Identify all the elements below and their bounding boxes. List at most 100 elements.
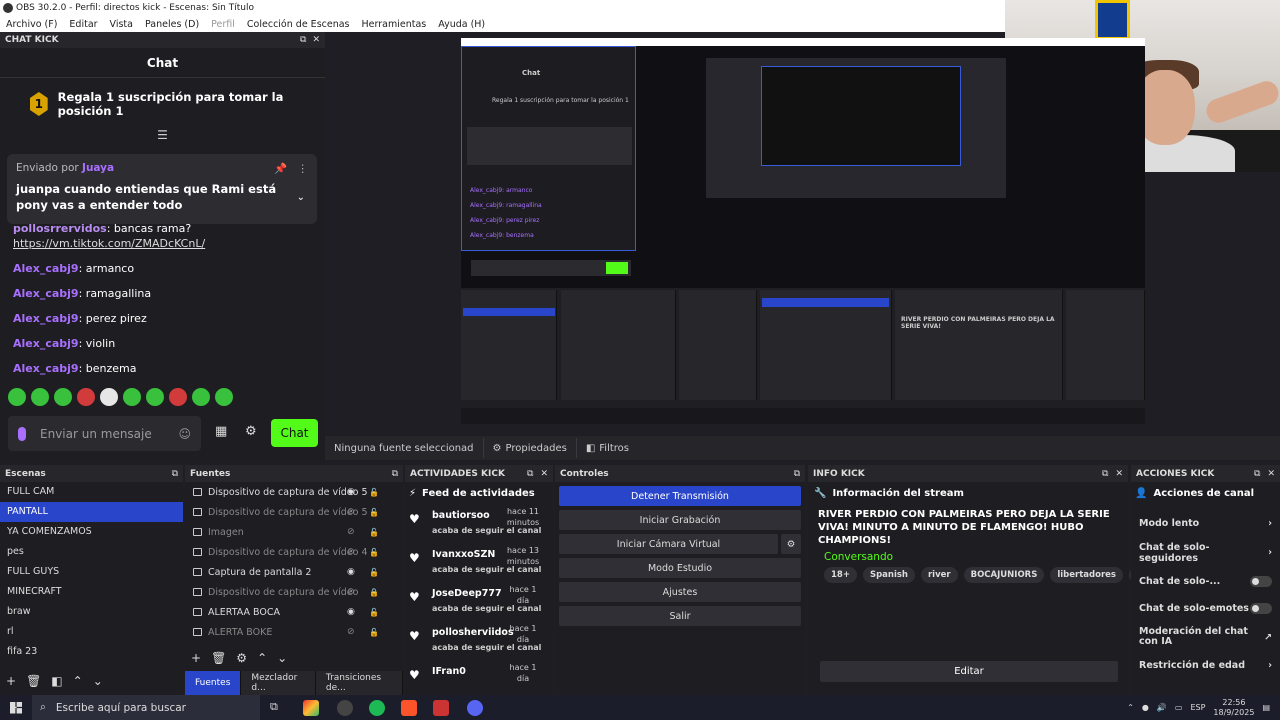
unlock-icon[interactable]: 🔓 [369,548,379,557]
scene-item[interactable]: FULL CAM [0,482,183,502]
source-item[interactable]: Dispositivo de captura de vídeo 5 ◉ 🔓 [185,482,403,502]
menu-vista[interactable]: Vista [104,19,139,30]
close-icon[interactable]: ✕ [540,469,548,479]
eye-icon[interactable]: ◉ [347,567,355,577]
tab-mezclador[interactable]: Mezclador d... [241,671,316,695]
action-followers-only[interactable]: Chat de solo-seguidores › [1131,539,1280,566]
emote-icon[interactable] [8,388,26,406]
chat-send-button[interactable]: Chat [271,419,318,447]
unlock-icon[interactable]: 🔓 [369,528,379,537]
properties-button[interactable]: ⚙ Propiedades [482,438,576,458]
tab-transiciones[interactable]: Transiciones de... [315,671,403,695]
action-emotes-only[interactable]: Chat de solo-emotes [1131,595,1280,622]
chevron-down-icon[interactable]: ⌄ [93,674,103,688]
settings-button[interactable]: Ajustes [559,582,801,602]
language-indicator[interactable]: ESP [1190,703,1205,712]
emoji-icon[interactable]: ☺ [178,427,191,441]
eye-off-icon[interactable]: ⊘ [347,507,355,517]
menu-perfil[interactable]: Perfil [205,19,241,30]
menu-paneles[interactable]: Paneles (D) [139,19,205,30]
mic-icon[interactable]: ● [1142,703,1149,712]
float-icon[interactable]: ⧉ [794,469,800,479]
chat-username[interactable]: Alex_cabj9 [13,312,79,325]
stream-category[interactable]: Conversando [824,551,1166,563]
feed-item[interactable]: ♥ pollosherviidos hace 1 día acaba de segui… [405,621,553,660]
exit-button[interactable]: Salir [559,606,801,626]
pinned-message[interactable]: Enviado por Juaya 📌 ⋮ juanpa cuando entie… [7,154,317,224]
filters-button[interactable]: ◧ Filtros [575,438,638,458]
trash-icon[interactable]: 🗑 [26,674,41,688]
spotify-icon[interactable] [369,700,385,716]
source-item[interactable]: ALERTA BOKE ⊘ 🔓 [185,622,403,642]
float-icon[interactable]: ⧉ [1254,469,1260,479]
scene-item[interactable]: YA COMENZAMOS [0,522,183,542]
task-view-icon[interactable]: ⧉ [270,700,286,716]
taskbar-search[interactable]: ⌕ Escribe aquí para buscar [32,695,260,720]
chat-username[interactable]: Alex_cabj9 [13,287,79,300]
chat-input[interactable]: Enviar un mensaje ☺ [8,416,201,451]
emote-icon[interactable] [146,388,164,406]
start-recording-button[interactable]: Iniciar Grabación [559,510,801,530]
feed-item[interactable]: ♥ IFran0 hace 1 día [405,660,553,699]
eye-off-icon[interactable]: ⊘ [347,587,355,597]
chevron-down-icon[interactable]: ⌄ [297,192,305,203]
more-icon[interactable]: ⋮ [298,163,309,175]
feed-item[interactable]: ♥ IvanxxoSZN hace 13 minutos acaba de segui… [405,543,553,582]
scene-item[interactable]: MINECRAFT [0,582,183,602]
mic-icon[interactable] [18,426,26,441]
emote-icon[interactable] [192,388,210,406]
brave-icon[interactable] [401,700,417,716]
emote-icon[interactable] [54,388,72,406]
close-icon[interactable]: ✕ [312,35,320,45]
source-item[interactable]: Dispositivo de captura de vídeo 4 ⊘ 🔓 [185,542,403,562]
lock-icon[interactable]: 🔒 [369,588,379,597]
float-icon[interactable]: ⧉ [300,35,306,45]
scene-item[interactable]: rl [0,622,183,642]
menu-archivo[interactable]: Archivo (F) [0,19,63,30]
emote-icon[interactable] [169,388,187,406]
emote-icon[interactable] [100,388,118,406]
unlock-icon[interactable]: 🔓 [369,628,379,637]
action-subs-only[interactable]: Chat de solo-... [1131,568,1280,595]
eye-icon[interactable]: ◉ [347,607,355,617]
discord-icon[interactable] [467,700,483,716]
action-ai-moderation[interactable]: Moderación del chat con IA ↗ [1131,622,1280,652]
unlock-icon[interactable]: 🔓 [369,568,379,577]
float-icon[interactable]: ⧉ [172,469,178,479]
notification-icon[interactable]: ▤ [1262,703,1270,712]
toggle-switch[interactable] [1250,603,1272,614]
windows-start-icon[interactable] [10,701,22,714]
stream-preview[interactable]: Chat Regala 1 suscripción para tomar la … [461,38,1145,424]
menu-coleccion-escenas[interactable]: Colección de Escenas [241,19,356,30]
unlock-icon[interactable]: 🔓 [369,488,379,497]
expand-icon[interactable]: ☰ [0,128,325,142]
menu-editar[interactable]: Editar [63,19,103,30]
trash-icon[interactable]: 🗑 [211,651,226,665]
gear-icon[interactable]: ⚙ [245,424,257,439]
stop-stream-button[interactable]: Detener Transmisión [559,486,801,506]
float-icon[interactable]: ⧉ [1102,469,1108,479]
store-icon[interactable]: ▦ [215,424,227,439]
action-age-restriction[interactable]: Restricción de edad › [1131,652,1280,679]
sub-goal[interactable]: 1 Regala 1 suscripción para tomar la posi… [0,78,325,130]
edit-button[interactable]: Editar [820,661,1118,682]
emote-icon[interactable] [123,388,141,406]
scene-item[interactable]: pes [0,542,183,562]
eye-off-icon[interactable]: ⊘ [347,527,355,537]
chevron-up-icon[interactable]: ⌃ [73,674,83,688]
virtual-camera-button[interactable]: Iniciar Cámara Virtual [559,534,778,554]
chevron-up-icon[interactable]: ⌃ [257,651,267,665]
chat-username[interactable]: Alex_cabj9 [13,262,79,275]
eye-icon[interactable]: ◉ [347,487,355,497]
pin-icon[interactable]: 📌 [274,163,287,175]
source-item[interactable]: Dispositivo de captura de vídeo 5 ⊘ 🔓 [185,502,403,522]
emote-icon[interactable] [77,388,95,406]
scene-item[interactable]: FULL GUYS [0,562,183,582]
pin-user[interactable]: Juaya [82,162,114,174]
emote-icon[interactable] [215,388,233,406]
source-item[interactable]: Imagen ⊘ 🔓 [185,522,403,542]
scene-item[interactable]: PANTALL [0,502,183,522]
emote-icon[interactable] [31,388,49,406]
close-icon[interactable]: ✕ [1115,469,1123,479]
unlock-icon[interactable]: 🔓 [369,508,379,517]
